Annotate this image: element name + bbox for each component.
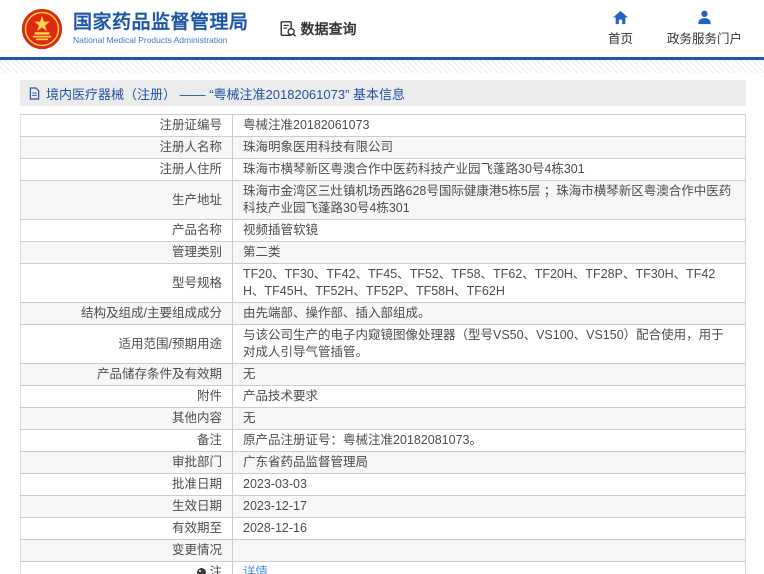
row-value: 广东省药品监督管理局: [232, 451, 746, 474]
row-label: 生产地址: [20, 180, 233, 220]
national-emblem-icon: [21, 8, 63, 49]
row-label: 型号规格: [20, 263, 233, 303]
row-value: 粤械注准20182061073: [232, 114, 746, 137]
user-icon: [698, 10, 711, 25]
row-value: 2023-12-17: [232, 495, 746, 518]
table-row: 其他内容无: [20, 407, 746, 430]
row-value: 珠海市横琴新区粤澳合作中医药科技产业园飞蓬路30号4栋301: [232, 158, 746, 181]
table-row: 产品储存条件及有效期无: [20, 363, 746, 386]
row-value: 视频插管软镜: [232, 219, 746, 242]
row-label: 批准日期: [20, 473, 233, 496]
row-value: 珠海市金湾区三灶镇机场西路628号国际健康港5栋5层 ；珠海市横琴新区粤澳合作中…: [232, 180, 746, 220]
row-label: 附件: [20, 385, 233, 408]
row-label: 其他内容: [20, 407, 233, 430]
nav-portal[interactable]: 政务服务门户: [667, 10, 742, 47]
row-label: 注册人住所: [20, 158, 233, 181]
row-value: 珠海明象医用科技有限公司: [232, 136, 746, 159]
row-label: 产品名称: [20, 219, 233, 242]
row-value: 2028-12-16: [232, 517, 746, 540]
nav-portal-label: 政务服务门户: [666, 32, 742, 46]
document-search-icon: [280, 20, 296, 37]
table-row: 注 详情: [20, 561, 746, 574]
breadcrumb-text: 境内医疗器械（注册） —— “粤械注准20182061073” 基本信息: [46, 86, 406, 102]
row-value: 无: [232, 407, 746, 430]
table-row: 注册人名称 珠海明象医用科技有限公司: [20, 136, 746, 159]
header-nav: 首页 政务服务门户: [608, 10, 742, 47]
data-query-label: 数据查询: [300, 20, 357, 37]
breadcrumb: 境内医疗器械（注册） —— “粤械注准20182061073” 基本信息: [20, 80, 746, 106]
row-value: 由先端部、操作部、插入部组成。: [232, 302, 746, 325]
table-row: 生产地址 珠海市金湾区三灶镇机场西路628号国际健康港5栋5层 ；珠海市横琴新区粤…: [20, 180, 746, 220]
home-icon: [612, 10, 628, 25]
row-value: 详情: [232, 561, 746, 574]
row-label: 注: [20, 561, 233, 574]
site-header: 国家药品监督管理局 National Medical Products Admi…: [0, 0, 764, 57]
row-value: 第二类: [232, 241, 746, 264]
row-label: 结构及组成/主要组成成分: [20, 302, 233, 325]
table-row: 结构及组成/主要组成成分 由先端部、操作部、插入部组成。: [20, 302, 746, 325]
site-title-en: National Medical Products Administration: [73, 34, 228, 45]
row-value: 原产品注册证号：粤械注准20182081073。: [232, 429, 746, 452]
table-row: 审批部门 广东省药品监督管理局: [20, 451, 746, 474]
table-row: 管理类别 第二类: [20, 241, 746, 264]
data-query-nav[interactable]: 数据查询: [279, 19, 357, 39]
row-label: 有效期至: [20, 517, 233, 540]
table-row: 产品名称 视频插管软镜: [20, 219, 746, 242]
brand: 国家药品监督管理局 National Medical Products Admi…: [20, 7, 249, 51]
table-row: 有效期至 2028-12-16: [20, 517, 746, 540]
brand-text: 国家药品监督管理局 National Medical Products Admi…: [73, 12, 249, 45]
row-value: 无: [232, 363, 746, 386]
row-label: 产品储存条件及有效期: [20, 363, 233, 386]
main-content: 境内医疗器械（注册） —— “粤械注准20182061073” 基本信息 注册证…: [20, 80, 746, 574]
table-row: 变更情况: [20, 539, 746, 562]
table-row: 型号规格 TF20、TF30、TF42、TF45、TF52、TF58、TF62、T…: [20, 263, 746, 303]
note-icon: [197, 568, 207, 574]
striped-band: [0, 60, 764, 73]
nav-home-label: 首页: [607, 32, 633, 46]
row-label: 备注: [20, 429, 233, 452]
document-icon: [29, 86, 40, 100]
row-label: 适用范围/预期用途: [20, 324, 233, 364]
table-row: 附件 产品技术要求: [20, 385, 746, 408]
row-value: TF20、TF30、TF42、TF45、TF52、TF58、TF62、TF20H…: [232, 263, 746, 303]
row-value: [232, 539, 746, 562]
table-row: 生效日期 2023-12-17: [20, 495, 746, 518]
row-label: 审批部门: [20, 451, 233, 474]
table-row: 适用范围/预期用途 与该公司生产的电子内窥镜图像处理器（型号VS50、VS100、…: [20, 324, 746, 364]
row-value: 与该公司生产的电子内窥镜图像处理器（型号VS50、VS100、VS150）配合使…: [232, 324, 746, 364]
site-title: 国家药品监督管理局: [73, 12, 249, 34]
row-label: 变更情况: [20, 539, 233, 562]
row-label: 注册人名称: [20, 136, 233, 159]
detail-link[interactable]: 详情: [243, 565, 268, 574]
table-row: 备注 原产品注册证号：粤械注准20182081073。: [20, 429, 746, 452]
table-row: 注册证编号 粤械注准20182061073: [20, 114, 746, 137]
row-label: 生效日期: [20, 495, 233, 518]
registration-info-table: 注册证编号 粤械注准20182061073 注册人名称 珠海明象医用科技有限公司 注册人…: [20, 114, 746, 574]
row-value: 2023-03-03: [232, 473, 746, 496]
table-row: 批准日期 2023-03-03: [20, 473, 746, 496]
table-row: 注册人住所 珠海市横琴新区粤澳合作中医药科技产业园飞蓬路30号4栋301: [20, 158, 746, 181]
row-label: 管理类别: [20, 241, 233, 264]
row-value: 产品技术要求: [232, 385, 746, 408]
nav-home[interactable]: 首页: [608, 10, 633, 47]
row-label: 注册证编号: [20, 114, 233, 137]
